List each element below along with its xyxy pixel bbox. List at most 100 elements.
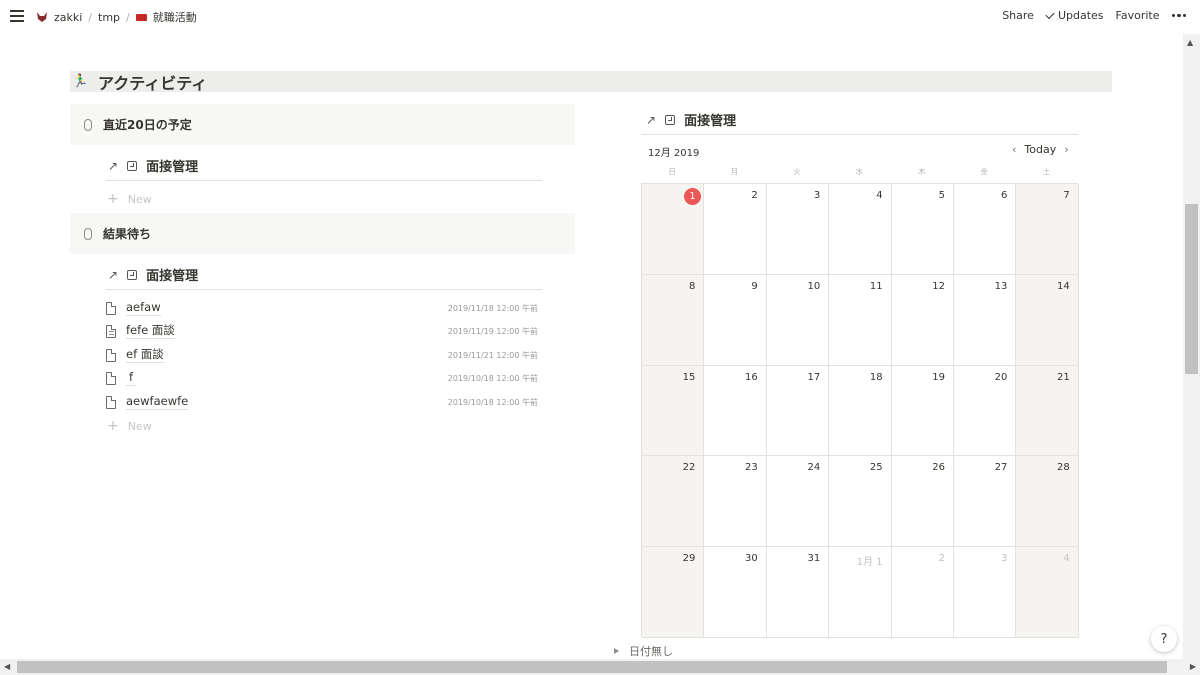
calendar-day-cell[interactable]: 13 xyxy=(954,274,1017,366)
list-item[interactable]: aewfaewfe 2019/10/18 12:00 午前 xyxy=(106,391,542,413)
calendar-day-cell[interactable]: 12 xyxy=(891,274,954,366)
favorite-button[interactable]: Favorite xyxy=(1116,9,1160,22)
linked-db-title[interactable]: ↗ 面接管理 xyxy=(108,265,199,285)
day-number: 12 xyxy=(932,280,945,292)
scroll-right-icon[interactable]: ▶ xyxy=(1190,662,1196,671)
calendar-day-cell[interactable]: 27 xyxy=(954,456,1017,548)
breadcrumb-workspace[interactable]: zakki xyxy=(54,11,82,24)
next-month-button[interactable]: › xyxy=(1064,143,1068,156)
calendar-day-cell[interactable]: 8 xyxy=(642,274,705,366)
calendar-day-cell[interactable]: 4 xyxy=(829,184,892,275)
calendar-grid: 1 2 3 4 5 6 7 8 9 10 11 12 13 14 15 16 17 18 19 20 21 22 23 24 2… xyxy=(641,183,1079,638)
today-button[interactable]: Today xyxy=(1024,143,1056,156)
weekday-label: 土 xyxy=(1042,167,1051,176)
calendar-day-cell[interactable]: 30 xyxy=(704,547,767,638)
calendar-day-cell[interactable]: 24 xyxy=(766,456,830,548)
new-item-button[interactable]: + New xyxy=(107,418,152,434)
toggle-awaiting-results[interactable]: 結果待ち xyxy=(70,213,575,254)
calendar-day-cell[interactable]: 28 xyxy=(1016,456,1079,548)
day-number: 5 xyxy=(938,190,945,201)
vertical-scrollbar[interactable]: ▲ xyxy=(1183,34,1200,659)
day-number: 3 xyxy=(1001,553,1008,565)
page-icon xyxy=(106,395,116,409)
calendar-day-cell[interactable]: 17 xyxy=(766,365,830,457)
item-title: fefe 面談 xyxy=(126,323,175,339)
menu-icon[interactable] xyxy=(10,10,24,22)
item-title: f xyxy=(126,370,137,386)
calendar-day-cell[interactable]: 18 xyxy=(829,365,892,457)
calendar-day-cell[interactable]: 22 xyxy=(642,456,705,548)
day-number: 15 xyxy=(682,371,696,383)
horizontal-scroll-thumb[interactable] xyxy=(17,661,1167,673)
divider xyxy=(106,180,542,181)
runner-icon: 🏃‍♂ xyxy=(72,74,89,89)
new-item-button[interactable]: + New xyxy=(107,191,152,207)
updates-button[interactable]: Updates xyxy=(1045,9,1104,22)
calendar-day-cell[interactable]: 2 xyxy=(891,547,954,638)
day-number: 16 xyxy=(745,371,758,383)
horizontal-scrollbar[interactable]: ◀ ▶ xyxy=(0,659,1200,675)
linked-db-title[interactable]: ↗ 面接管理 xyxy=(108,156,198,176)
calendar-day-cell[interactable]: 25 xyxy=(829,456,892,548)
paperclip-icon xyxy=(84,118,92,131)
calendar-db-icon xyxy=(665,114,676,125)
calendar-day-cell[interactable]: 15 xyxy=(642,365,705,457)
day-number: 1月 1 xyxy=(856,557,883,569)
calendar-day-cell[interactable]: 19 xyxy=(891,365,954,457)
list-item[interactable]: ef 面談 2019/11/21 12:00 午前 xyxy=(106,344,542,366)
day-number: 19 xyxy=(932,371,945,383)
day-number: 13 xyxy=(994,280,1008,292)
day-number: 2 xyxy=(938,553,945,565)
breadcrumb-tmp[interactable]: tmp xyxy=(98,11,120,24)
more-options-icon[interactable] xyxy=(1171,13,1186,18)
calendar-day-cell[interactable]: 3 xyxy=(766,184,830,275)
calendar-day-cell[interactable]: 6 xyxy=(954,184,1017,275)
calendar-day-cell[interactable]: 23 xyxy=(704,456,767,548)
calendar-day-cell[interactable]: 21 xyxy=(1016,365,1079,457)
weekday-label: 木 xyxy=(917,167,926,176)
calendar-day-cell[interactable]: 3 xyxy=(954,547,1017,638)
calendar-day-cell[interactable]: 31 xyxy=(766,547,830,638)
prev-month-button[interactable]: ‹ xyxy=(1012,143,1016,156)
scroll-left-icon[interactable]: ◀ xyxy=(4,662,10,671)
calendar-day-cell[interactable]: 9 xyxy=(704,274,767,366)
triangle-right-icon xyxy=(614,648,619,654)
calendar-day-cell[interactable]: 5 xyxy=(891,184,954,275)
activity-header: 🏃‍♂ アクティビティ xyxy=(70,71,1112,93)
list-item[interactable]: fefe 面談 2019/11/19 12:00 午前 xyxy=(106,320,542,342)
calendar-day-cell[interactable]: 1 xyxy=(642,184,705,275)
toggle-upcoming[interactable]: 直近20日の予定 xyxy=(70,104,575,145)
page-icon xyxy=(106,348,116,362)
breadcrumb-page[interactable]: 就職活動 xyxy=(153,9,197,25)
day-number: 3 xyxy=(813,190,821,201)
linked-db-label: 面接管理 xyxy=(146,269,199,284)
calendar-day-cell[interactable]: 7 xyxy=(1016,184,1079,275)
calendar-day-cell[interactable]: 1月 1 xyxy=(829,547,892,638)
check-icon xyxy=(1045,9,1055,20)
calendar-db-title[interactable]: ↗ 面接管理 xyxy=(646,110,736,130)
help-button[interactable]: ? xyxy=(1151,626,1177,652)
calendar-day-cell[interactable]: 4 xyxy=(1016,547,1079,638)
day-number: 30 xyxy=(745,553,758,565)
calendar-day-cell[interactable]: 29 xyxy=(642,547,705,638)
calendar-day-cell[interactable]: 2 xyxy=(704,184,767,275)
vertical-scroll-thumb[interactable] xyxy=(1185,204,1198,374)
list-item[interactable]: f 2019/10/18 12:00 午前 xyxy=(106,367,542,389)
weekday-label: 火 xyxy=(793,167,801,176)
day-number: 18 xyxy=(869,371,883,383)
calendar-day-cell[interactable]: 14 xyxy=(1016,274,1079,366)
calendar-day-cell[interactable]: 16 xyxy=(704,365,767,457)
day-number: 25 xyxy=(869,462,883,474)
calendar-day-cell[interactable]: 26 xyxy=(891,456,954,548)
share-button[interactable]: Share xyxy=(1002,9,1034,22)
calendar-day-cell[interactable]: 11 xyxy=(829,274,892,366)
list-item[interactable]: aefaw 2019/11/18 12:00 午前 xyxy=(106,297,542,319)
plus-icon: + xyxy=(107,418,119,434)
plus-icon: + xyxy=(107,191,119,207)
no-date-toggle[interactable]: 日付無し xyxy=(614,643,673,659)
scroll-up-icon[interactable]: ▲ xyxy=(1187,38,1193,47)
calendar-day-cell[interactable]: 20 xyxy=(954,365,1017,457)
calendar-day-cell[interactable]: 10 xyxy=(766,274,830,366)
calendar-db-icon xyxy=(127,160,138,171)
toggle-title: 直近20日の予定 xyxy=(103,118,192,132)
